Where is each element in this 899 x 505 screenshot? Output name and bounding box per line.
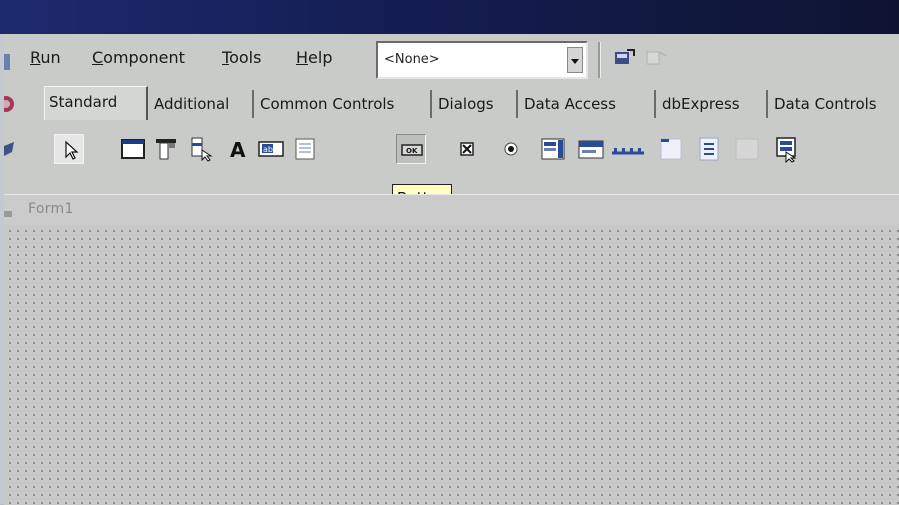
ide-title-bar	[0, 0, 899, 34]
form-caption: Form1	[28, 201, 74, 217]
chevron-down-icon[interactable]	[567, 47, 583, 73]
tab-data-access[interactable]: Data Access	[520, 90, 656, 118]
menu-tools[interactable]: Tools	[222, 48, 261, 67]
menu-run[interactable]: Run	[30, 48, 61, 67]
form-icon	[4, 205, 14, 217]
menu-help[interactable]: Help	[296, 48, 332, 67]
ide-main-window: Run Component Tools Help <None> Standard…	[0, 34, 899, 505]
tab-dbexpress[interactable]: dbExpress	[658, 90, 768, 118]
save-desktop-icon[interactable]	[612, 46, 638, 70]
tab-common-controls[interactable]: Common Controls	[256, 90, 432, 118]
frame-icon[interactable]	[118, 134, 148, 164]
checkbox-icon[interactable]	[452, 134, 482, 164]
desktop-combo-value: <None>	[384, 52, 440, 67]
menu-component[interactable]: Component	[92, 48, 185, 67]
scrollbar-icon[interactable]	[610, 134, 646, 164]
run-icon[interactable]	[0, 92, 26, 116]
svg-text:ab: ab	[263, 145, 273, 154]
button-icon[interactable]: OK	[396, 134, 426, 164]
label-icon[interactable]: A	[224, 134, 254, 164]
component-palette-tabs: Standard Additional Common Controls Dial…	[44, 86, 899, 122]
groupbox-icon[interactable]	[656, 134, 686, 164]
main-menu-icon[interactable]	[152, 134, 182, 164]
step-icon[interactable]	[4, 138, 26, 162]
set-debug-desktop-icon[interactable]	[644, 46, 670, 70]
svg-text:OK: OK	[406, 147, 418, 155]
toolbar-separator	[598, 42, 601, 78]
panel-icon[interactable]	[732, 134, 762, 164]
edit-icon[interactable]: ab	[256, 134, 286, 164]
menu-bar: Run Component Tools Help	[4, 34, 374, 82]
popup-menu-icon[interactable]	[186, 134, 216, 164]
radiogroup-icon[interactable]	[694, 134, 724, 164]
pointer-arrow-icon[interactable]	[54, 134, 84, 164]
screenshot-frame: Run Component Tools Help <None> Standard…	[0, 0, 899, 505]
svg-text:A: A	[230, 138, 246, 162]
tab-additional[interactable]: Additional	[150, 90, 254, 118]
combobox-icon[interactable]	[576, 134, 606, 164]
radiobutton-icon[interactable]	[496, 134, 526, 164]
tab-standard[interactable]: Standard	[44, 86, 148, 120]
actionlist-icon[interactable]	[772, 134, 802, 164]
component-palette: A ab OK	[44, 126, 899, 176]
listbox-icon[interactable]	[538, 134, 568, 164]
memo-icon[interactable]	[290, 134, 320, 164]
desktop-combo[interactable]: <None>	[376, 41, 588, 79]
form-designer: Form1	[4, 194, 899, 505]
tab-dialogs[interactable]: Dialogs	[434, 90, 518, 118]
tab-data-controls[interactable]: Data Controls	[770, 90, 899, 118]
form-design-grid[interactable]	[4, 225, 899, 505]
